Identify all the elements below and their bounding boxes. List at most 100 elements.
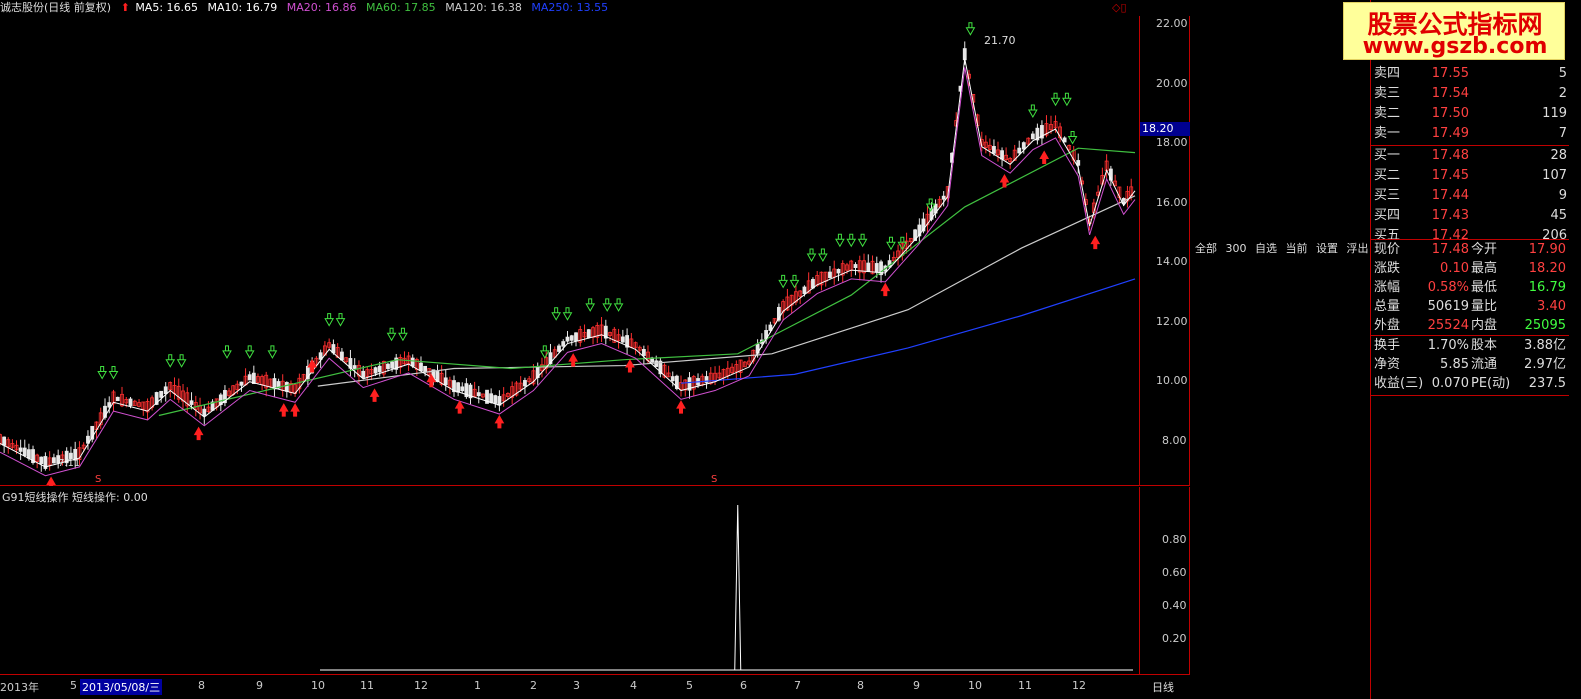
ma-header: 诚志股份(日线 前复权) ⬆ MA5: 16.65 MA10: 16.79 MA… [0,0,1140,16]
candle-body [874,263,879,273]
quote-label: 总量 [1374,299,1401,314]
candle-body [340,351,344,361]
candle-body [561,341,566,347]
green-down-arrow-icon [539,345,550,359]
x-tick: 8 [198,679,205,692]
x-tick: 8 [857,679,864,692]
price-tick: 18.00 [1156,136,1188,149]
candle-body [828,271,832,279]
fundamental-row: 换手 1.70% 股本 3.88亿 [1371,336,1569,356]
x-tick: 2 [530,679,537,692]
watermark-logo: 股票公式指标网 www.gszb.com [1343,2,1565,60]
toolbar-current[interactable]: 当前 [1286,242,1308,255]
green-down-arrow-icon [324,313,335,327]
indicator-tick: 0.40 [1162,599,1187,612]
ma-line-ma5 [0,58,1136,468]
ma-line-ma120 [317,195,1136,387]
indicator-tick: 0.20 [1162,632,1187,645]
toolbar-all[interactable]: 全部 [1195,242,1217,255]
x-tick: 5 [70,679,77,692]
candle-body [26,449,31,459]
green-down-arrow-icon [386,327,397,342]
fundamental-row: 收益(三) 0.070 PE(动) 237.5 [1371,374,1569,394]
fund-value: 5.85 [1440,357,1469,372]
candlestick-chart[interactable]: SS [0,16,1140,486]
sell4-row[interactable]: 卖四 17.55 5 [1371,64,1569,84]
red-up-arrow-icon [1039,150,1050,164]
candle-body [476,392,481,397]
green-down-arrow-icon [857,233,868,248]
candle-body [107,402,112,408]
quote-label: 最高 [1471,261,1498,276]
candle-body [373,367,378,374]
toolbar-300[interactable]: 300 [1226,242,1247,255]
red-up-arrow-icon [290,403,300,417]
toolbar-settings[interactable]: 设置 [1316,242,1338,255]
candle-body [574,332,578,342]
candle-body [1000,150,1004,160]
fundamental-row: 净资 5.85 流通 2.97亿 [1371,355,1569,375]
sell2-row[interactable]: 卖二 17.50 119 [1371,104,1569,124]
candle-body [423,365,428,373]
quote-value: 17.90 [1528,242,1566,257]
green-down-arrow-icon [1062,92,1072,107]
candle-body [163,386,168,395]
sell3-row[interactable]: 卖三 17.54 2 [1371,84,1569,104]
window-controls-icon[interactable]: ◇▯ [1112,1,1138,15]
indicator-tick: 0.60 [1162,566,1187,579]
fund-value: 1.70% [1427,338,1469,353]
candle-body [239,381,244,386]
red-up-arrow-icon [193,426,204,441]
quote-row: 涨跌 0.10 最高 18.20 [1371,259,1569,279]
ma250-label: MA250: 13.55 [531,1,609,14]
price-tick: 8.00 [1162,434,1187,447]
candle-body [565,336,570,342]
candle-body [962,48,967,61]
red-up-arrow-icon [494,414,505,429]
candle-body [1017,147,1022,154]
candle-body [992,146,996,154]
buy2-row[interactable]: 买二 17.45 107 [1371,166,1569,186]
indicator-chart[interactable] [0,487,1140,675]
green-down-arrow-icon [965,22,976,36]
x-tick: 7 [794,679,801,692]
quote-value: 16.79 [1528,280,1566,295]
x-tick: 1 [474,679,481,692]
green-down-arrow-icon [267,345,278,359]
period-label[interactable]: 日线 [1152,679,1174,695]
green-down-arrow-icon [222,345,232,359]
candle-body [159,390,164,398]
high-price-label: 21.70 [984,34,1016,47]
candle-body [22,447,27,456]
green-down-arrow-icon [613,298,624,312]
low-price-label: 7.11 [58,458,81,469]
toolbar-watchlist[interactable]: 自选 [1255,242,1277,255]
green-down-arrow-icon [1050,92,1061,107]
sell1-row[interactable]: 卖一 17.49 7 [1371,124,1569,144]
candle-body [836,268,841,274]
buy3-row[interactable]: 买三 17.44 9 [1371,186,1569,206]
red-up-arrow-icon [454,400,465,414]
quote-row: 现价 17.48 今开 17.90 [1371,240,1569,260]
current-price-marker: 18.20 [1140,122,1190,136]
red-up-arrow-icon [1090,235,1101,250]
s-marker: S [95,474,101,485]
quote-value: 50619 [1427,299,1469,314]
candle-body [557,345,561,352]
buy4-row[interactable]: 买四 17.43 45 [1371,206,1569,226]
candle-body [2,436,7,446]
fund-label: 换手 [1374,338,1401,353]
green-down-arrow-icon [165,354,176,368]
red-up-arrow-icon [369,388,380,402]
fund-label: PE(动) [1471,376,1511,391]
green-down-arrow-icon [602,298,613,312]
candle-body [853,264,858,269]
x-tick: 9 [913,679,920,692]
buy1-row[interactable]: 买一 17.48 28 [1371,146,1569,166]
candle-body [670,376,675,382]
green-down-arrow-icon [886,236,896,251]
quote-row: 涨幅 0.58% 最低 16.79 [1371,278,1569,298]
date-cursor-label[interactable]: 2013/05/08/三 [80,679,163,695]
candle-body [202,408,207,417]
toolbar-float[interactable]: 浮出 [1347,242,1369,255]
